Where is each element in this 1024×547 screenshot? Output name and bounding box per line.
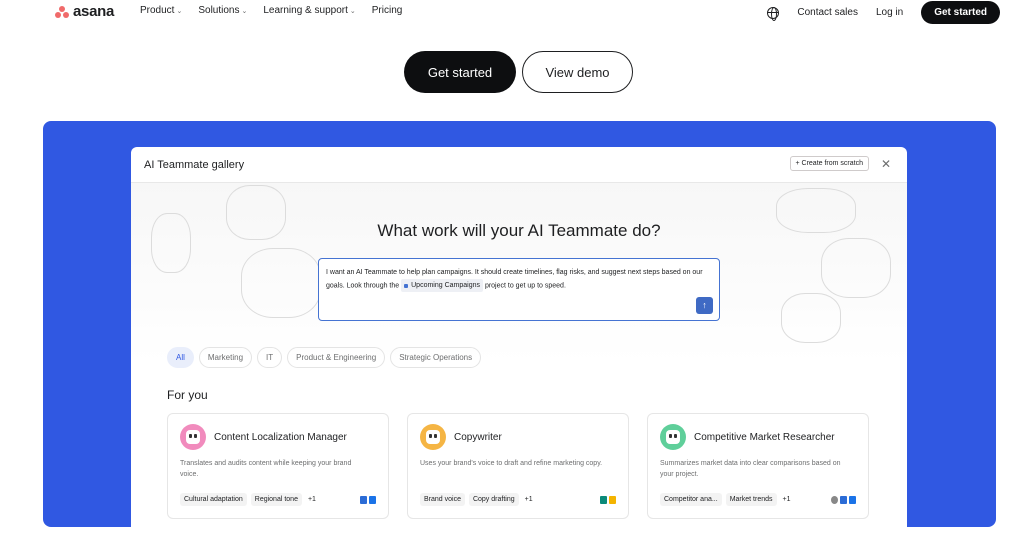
web-search-icon (831, 496, 838, 504)
card-title: Content Localization Manager (214, 431, 347, 443)
card-title: Copywriter (454, 431, 502, 443)
hero-buttons: Get started View demo (404, 51, 633, 93)
skill-tag: Competitor ana... (660, 493, 722, 506)
filter-marketing[interactable]: Marketing (198, 347, 253, 368)
logo-text: asana (73, 3, 115, 20)
teammate-cards: Content Localization Manager Translates … (167, 413, 869, 519)
nav-pricing[interactable]: Pricing (372, 5, 403, 16)
nav-learning-label: Learning & support (263, 5, 348, 16)
asana-logo-icon (55, 5, 69, 18)
more-tags-count: +1 (524, 496, 533, 503)
view-demo-button[interactable]: View demo (522, 51, 633, 93)
card-header: Copywriter (420, 424, 616, 450)
contact-sales-link[interactable]: Contact sales (797, 7, 858, 18)
skill-tag: Market trends (725, 493, 777, 506)
teammate-avatar-icon (420, 424, 446, 450)
decorative-shape (241, 248, 321, 318)
get-started-button[interactable]: Get started (404, 51, 516, 93)
globe-icon[interactable] (767, 6, 780, 21)
create-from-scratch-button[interactable]: + Create from scratch (789, 156, 869, 171)
prompt-textarea[interactable]: I want an AI Teammate to help plan campa… (318, 258, 720, 321)
dialog-header: AI Teammate gallery + Create from scratc… (131, 147, 907, 183)
teammate-card[interactable]: Copywriter Uses your brand's voice to dr… (407, 413, 629, 519)
docs-icon (369, 496, 376, 504)
card-header: Content Localization Manager (180, 424, 376, 450)
teammate-avatar-icon (660, 424, 686, 450)
prompt-text-after: project to get up to speed. (483, 282, 566, 290)
top-nav: asana Product ⌄ Solutions ⌄ Learning & sup… (0, 0, 1024, 26)
asana-logo[interactable]: asana (55, 3, 114, 20)
card-tags: Brand voice Copy drafting +1 (420, 493, 535, 506)
outlook-icon (360, 496, 367, 504)
prompt-heading: What work will your AI Teammate do? (377, 221, 661, 240)
more-tags-count: +1 (782, 496, 791, 503)
decorative-shape (781, 293, 841, 343)
chevron-down-icon: ⌄ (241, 7, 248, 15)
send-button[interactable]: ↑ (696, 297, 713, 314)
drive-icon (609, 496, 616, 504)
integration-icons (360, 496, 376, 504)
sharepoint-icon (600, 496, 607, 504)
project-mention-chip[interactable]: Upcoming Campaigns (401, 279, 483, 292)
docs-icon (849, 496, 856, 504)
nav-right: Contact sales Log in Get started (767, 1, 1000, 24)
nav-get-started-button[interactable]: Get started (921, 1, 1000, 24)
decorative-shape (821, 238, 891, 298)
filter-it[interactable]: IT (257, 347, 283, 368)
nav-learning-support[interactable]: Learning & support ⌄ (263, 5, 355, 16)
card-tags: Cultural adaptation Regional tone +1 (180, 493, 318, 506)
nav-links: Product ⌄ Solutions ⌄ Learning & support ⌄ … (140, 5, 402, 16)
outlook-icon (840, 496, 847, 504)
card-description: Translates and audits content while keep… (180, 460, 352, 478)
nav-pricing-label: Pricing (371, 5, 403, 16)
card-description: Summarizes market data into clear compar… (660, 460, 841, 478)
filter-all[interactable]: All (167, 347, 194, 368)
project-icon (404, 283, 409, 288)
card-title: Competitive Market Researcher (694, 431, 835, 443)
category-filters: All Marketing IT Product & Engineering S… (167, 347, 482, 368)
nav-product[interactable]: Product ⌄ (140, 5, 182, 16)
nav-solutions-label: Solutions (198, 5, 240, 16)
skill-tag: Regional tone (250, 493, 302, 506)
nav-product-label: Product (140, 5, 175, 16)
chevron-down-icon: ⌄ (176, 7, 183, 15)
filter-product-engineering[interactable]: Product & Engineering (287, 347, 386, 368)
nav-solutions[interactable]: Solutions ⌄ (198, 5, 247, 16)
integration-icons (831, 496, 856, 504)
more-tags-count: +1 (307, 496, 316, 503)
card-header: Competitive Market Researcher (660, 424, 856, 450)
arrow-up-icon: ↑ (702, 300, 707, 310)
teammate-avatar-icon (180, 424, 206, 450)
skill-tag: Copy drafting (468, 493, 519, 506)
dialog-title: AI Teammate gallery (144, 158, 245, 171)
skill-tag: Cultural adaptation (180, 493, 247, 506)
project-mention-label: Upcoming Campaigns (411, 282, 480, 289)
card-tags: Competitor ana... Market trends +1 (660, 493, 792, 506)
card-description: Uses your brand's voice to draft and ref… (420, 460, 603, 467)
teammate-card[interactable]: Competitive Market Researcher Summarizes… (647, 413, 869, 519)
ai-teammate-gallery-dialog: AI Teammate gallery + Create from scratc… (131, 147, 907, 527)
login-link[interactable]: Log in (876, 7, 903, 18)
section-title: For you (167, 388, 208, 402)
teammate-card[interactable]: Content Localization Manager Translates … (167, 413, 389, 519)
close-icon[interactable]: ✕ (881, 157, 891, 171)
chevron-down-icon: ⌄ (349, 7, 356, 15)
skill-tag: Brand voice (420, 493, 465, 506)
integration-icons (600, 496, 616, 504)
filter-strategic-operations[interactable]: Strategic Operations (390, 347, 482, 368)
